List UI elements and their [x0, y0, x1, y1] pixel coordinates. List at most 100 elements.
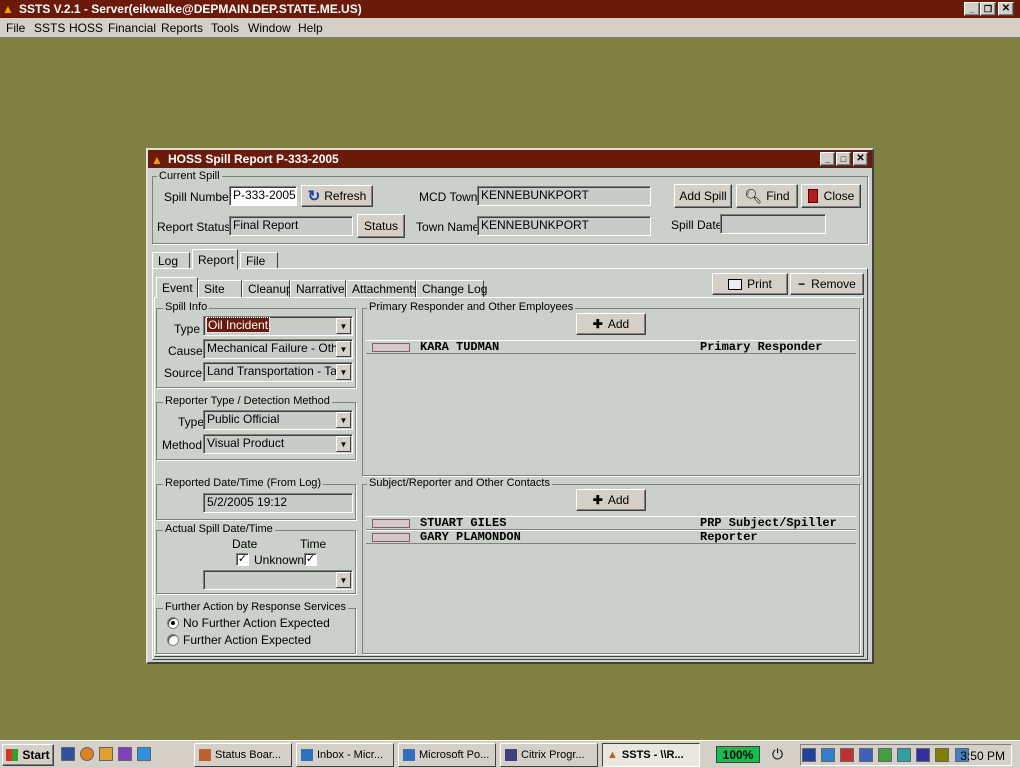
browser-icon[interactable]	[80, 747, 95, 761]
windows-logo-icon	[6, 749, 19, 761]
app-icon: ▲	[607, 749, 618, 761]
start-button[interactable]: Start	[2, 744, 54, 766]
dialog-maximize-button[interactable]: □	[836, 152, 851, 166]
chevron-down-icon[interactable]: ▼	[336, 572, 351, 588]
close-app-button[interactable]: ✕	[998, 2, 1014, 16]
source-select[interactable]: Land Transportation - Tank ▼	[203, 362, 353, 382]
row-handle[interactable]	[372, 533, 410, 542]
taskbar-label: SSTS - \\R...	[621, 749, 684, 761]
employee-role: Primary Responder	[700, 340, 823, 354]
outlook-icon[interactable]	[137, 747, 152, 761]
paint-icon[interactable]	[118, 747, 133, 761]
further-action-label: Further Action by Response Services	[163, 601, 348, 613]
method-select[interactable]: Visual Product ▼	[203, 434, 353, 454]
remove-button[interactable]: − Remove	[790, 273, 864, 295]
zoom-indicator[interactable]: 100%	[716, 746, 760, 763]
no-further-action-radio[interactable]	[167, 617, 179, 629]
table-row[interactable]: GARY PLAMONDON Reporter	[366, 530, 856, 544]
desktop-icon[interactable]	[61, 747, 75, 761]
tray-icon[interactable]	[878, 748, 893, 762]
tray-icon[interactable]	[840, 748, 855, 762]
cause-select[interactable]: Mechanical Failure - Other ▼	[203, 339, 353, 359]
close-label: Close	[823, 189, 855, 203]
menu-financial[interactable]: Financial	[108, 21, 156, 35]
reporter-type-select[interactable]: Public Official ▼	[203, 410, 353, 430]
subject-reporter-label: Subject/Reporter and Other Contacts	[367, 477, 552, 489]
menu-hoss[interactable]: HOSS	[69, 21, 103, 35]
date-unknown-checkbox[interactable]: ✓	[236, 553, 249, 566]
spill-number-input[interactable]: P-333-2005	[229, 186, 297, 206]
employee-name: KARA TUDMAN	[420, 340, 500, 354]
mcd-town-label: MCD Town	[419, 190, 478, 204]
subtab-narrative[interactable]: Narrative	[290, 280, 346, 298]
add-employee-button[interactable]: ✚ Add	[576, 313, 646, 335]
row-handle[interactable]	[372, 519, 410, 528]
taskbar-item-powerpoint[interactable]: Microsoft Po...	[398, 743, 496, 767]
chevron-down-icon[interactable]: ▼	[336, 364, 351, 380]
dialog-icon: ▲	[151, 153, 163, 167]
taskbar-label: Microsoft Po...	[419, 749, 490, 761]
printer-icon	[728, 278, 743, 290]
subtab-change-log[interactable]: Change Log	[416, 280, 487, 298]
menu-help[interactable]: Help	[298, 21, 323, 35]
add-spill-button[interactable]: Add Spill	[674, 184, 732, 208]
menu-tools[interactable]: Tools	[211, 21, 239, 35]
tray-icon[interactable]	[916, 748, 931, 762]
minimize-button[interactable]: _	[964, 2, 980, 16]
remove-label: Remove	[811, 277, 856, 291]
add-contact-button[interactable]: ✚ Add	[576, 489, 646, 511]
print-button[interactable]: Print	[712, 273, 788, 295]
app-icon[interactable]	[99, 747, 114, 761]
menu-reports[interactable]: Reports	[161, 21, 203, 35]
table-row[interactable]: STUART GILES PRP Subject/Spiller	[366, 516, 856, 530]
tab-report[interactable]: Report	[192, 249, 238, 270]
start-label: Start	[22, 748, 50, 762]
restore-button[interactable]: ❐	[980, 2, 996, 16]
tray-icon[interactable]	[859, 748, 874, 762]
reported-date-field: 5/2/2005 19:12	[203, 493, 353, 513]
radio-dot	[171, 621, 175, 625]
unknown-label: Unknown	[254, 553, 305, 567]
subtab-event[interactable]: Event	[156, 277, 198, 298]
tray-icon[interactable]	[935, 748, 950, 762]
tray-icon[interactable]	[802, 748, 816, 762]
status-button[interactable]: Status	[357, 214, 405, 238]
subtab-attachments[interactable]: Attachments	[346, 280, 419, 298]
taskbar-item-status-board[interactable]: Status Boar...	[194, 743, 292, 767]
tray-icon[interactable]	[897, 748, 912, 762]
table-row[interactable]: KARA TUDMAN Primary Responder	[366, 340, 856, 354]
find-button[interactable]: 🔍︎ Find	[736, 184, 798, 208]
time-unknown-checkbox[interactable]: ✓	[304, 553, 317, 566]
close-button[interactable]: Close	[801, 184, 861, 208]
tab-file[interactable]: File	[240, 252, 278, 269]
plus-icon: ✚	[592, 317, 603, 331]
menu-ssts[interactable]: SSTS	[34, 21, 65, 35]
chevron-down-icon[interactable]: ▼	[336, 341, 351, 357]
print-label: Print	[747, 277, 772, 291]
actual-date-select[interactable]: ▼	[203, 570, 353, 590]
further-action-radio[interactable]	[167, 634, 179, 646]
minus-icon: −	[798, 277, 806, 291]
contact-role: PRP Subject/Spiller	[700, 516, 837, 530]
spill-type-select[interactable]: Oil Incident ▼	[203, 316, 353, 336]
plug-icon: ⏻	[772, 746, 784, 762]
dialog-minimize-button[interactable]: _	[820, 152, 835, 166]
report-status-label: Report Status	[157, 220, 231, 234]
door-icon	[807, 189, 818, 203]
taskbar-item-ssts[interactable]: ▲ SSTS - \\R...	[602, 743, 700, 767]
tab-log[interactable]: Log	[152, 252, 190, 269]
chevron-down-icon[interactable]: ▼	[336, 412, 351, 428]
menu-window[interactable]: Window	[248, 21, 291, 35]
taskbar-item-inbox[interactable]: Inbox - Micr...	[296, 743, 394, 767]
subtab-cleanup[interactable]: Cleanup	[242, 280, 293, 298]
tray-icon[interactable]	[821, 748, 836, 762]
chevron-down-icon[interactable]: ▼	[336, 436, 351, 452]
chevron-down-icon[interactable]: ▼	[336, 318, 351, 334]
row-handle[interactable]	[372, 343, 410, 352]
subtab-site[interactable]: Site	[198, 280, 242, 298]
menu-file[interactable]: File	[6, 21, 25, 35]
further-action-option-label: Further Action Expected	[183, 633, 312, 647]
dialog-close-button[interactable]: ✕	[853, 152, 868, 166]
refresh-button[interactable]: ↻ Refresh	[301, 185, 373, 207]
taskbar-item-citrix[interactable]: Citrix Progr...	[500, 743, 598, 767]
